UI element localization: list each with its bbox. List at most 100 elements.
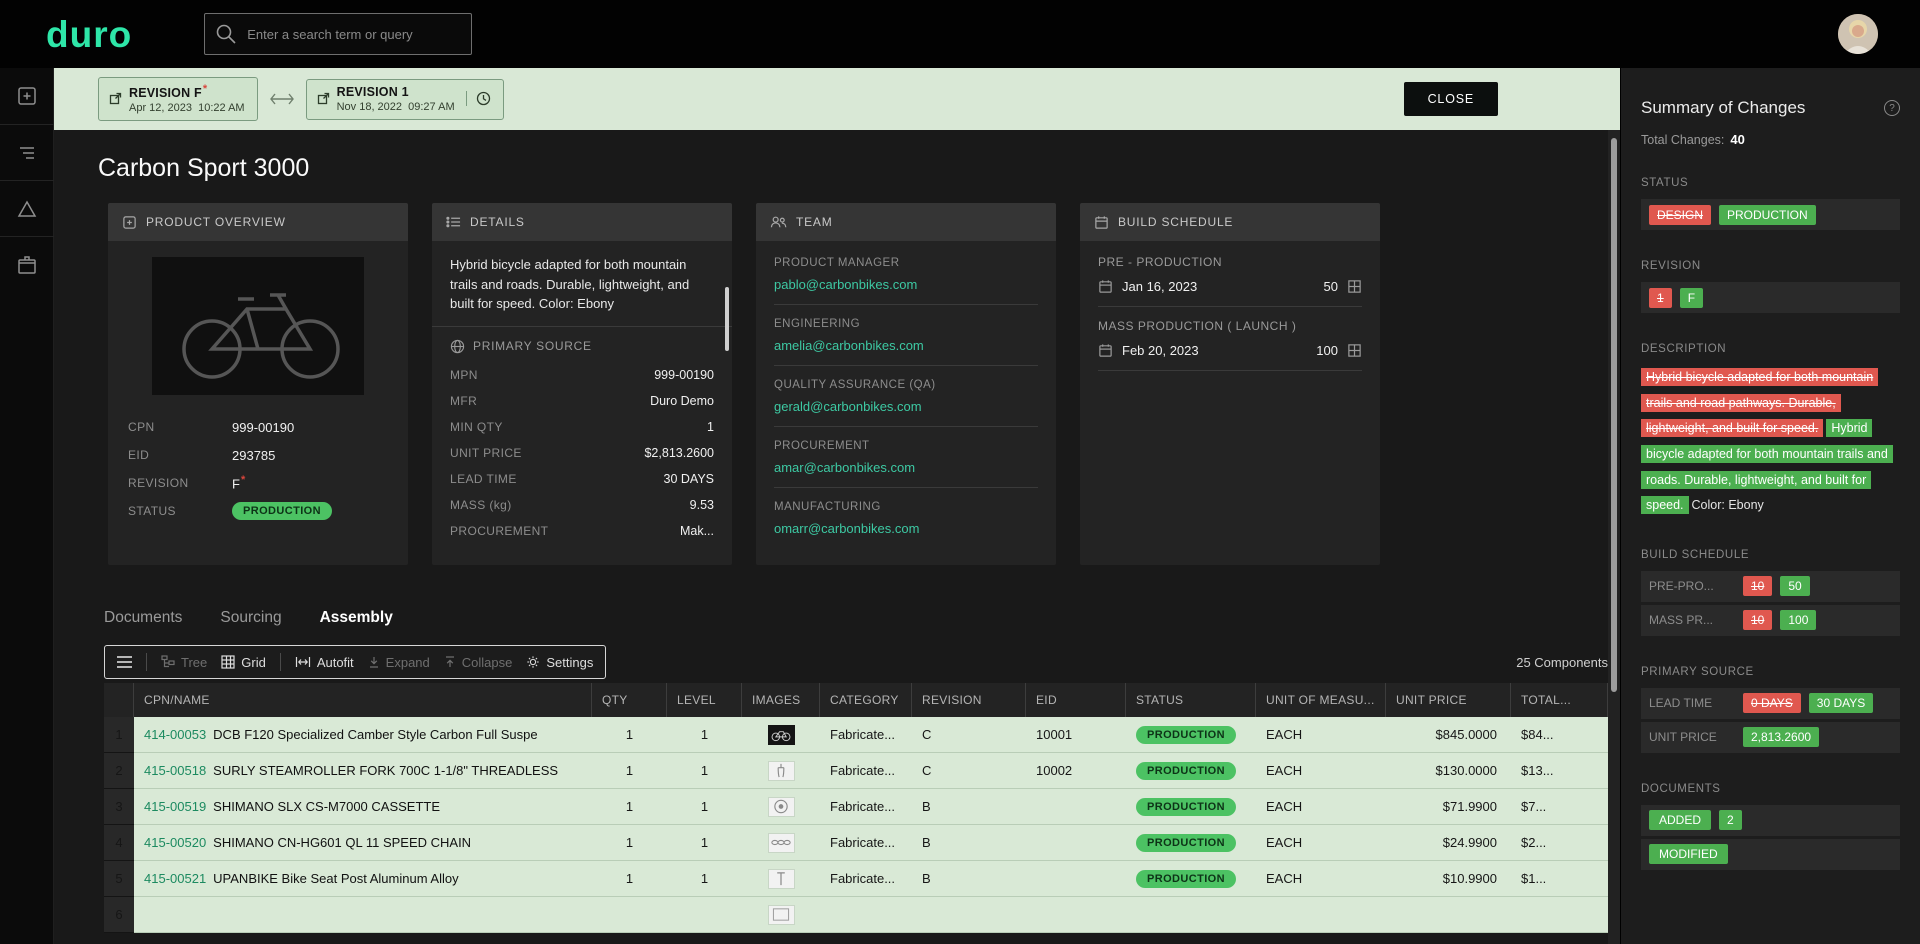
new-value-badge: 100 [1780, 610, 1816, 630]
source-value: Mak... [680, 524, 714, 538]
collapse-button[interactable]: Collapse [444, 655, 513, 670]
schedule-table-icon[interactable] [1347, 343, 1362, 358]
change-row-label: MASS PR... [1649, 613, 1735, 627]
source-value: 30 DAYS [664, 472, 715, 486]
document-change-type: ADDED [1649, 810, 1711, 830]
component-thumbnail [768, 797, 795, 817]
team-row: MANUFACTURING omarr@carbonbikes.com [774, 497, 1038, 548]
tree-view-button[interactable]: Tree [161, 655, 207, 670]
column-header[interactable]: LEVEL [667, 683, 742, 717]
nav-change-orders-icon[interactable] [0, 180, 54, 236]
table-row[interactable]: 6 [104, 897, 1608, 933]
source-label: MASS (kg) [450, 498, 512, 512]
settings-button[interactable]: Settings [526, 655, 593, 670]
column-header[interactable]: UNIT PRICE [1386, 683, 1511, 717]
email-link[interactable]: amelia@carbonbikes.com [774, 338, 924, 353]
box-plus-icon [122, 215, 137, 230]
column-header[interactable]: EID [1026, 683, 1126, 717]
nav-list-icon[interactable] [0, 124, 54, 180]
table-row[interactable]: 5 415-00521 UPANBIKE Bike Seat Post Alum… [104, 861, 1608, 897]
expand-button[interactable]: Expand [368, 655, 430, 670]
column-header[interactable]: TOTAL... [1511, 683, 1608, 717]
schedule-table-icon[interactable] [1347, 279, 1362, 294]
close-button[interactable]: CLOSE [1404, 82, 1498, 116]
main-scrollbar-track[interactable] [1608, 130, 1620, 944]
image-cell [742, 861, 820, 897]
tab-documents[interactable]: Documents [104, 609, 182, 627]
column-header[interactable]: QTY [592, 683, 667, 717]
email-link[interactable]: amar@carbonbikes.com [774, 460, 915, 475]
revision-cell: C [912, 717, 1026, 753]
new-revision-badge: F [1680, 288, 1703, 308]
column-header[interactable]: STATUS [1126, 683, 1256, 717]
tab-sourcing[interactable]: Sourcing [220, 609, 281, 627]
email-link[interactable]: omarr@carbonbikes.com [774, 521, 919, 536]
page-title: Carbon Sport 3000 [98, 154, 1620, 183]
user-avatar[interactable] [1838, 14, 1878, 54]
nav-components-icon[interactable] [0, 68, 54, 124]
email-link[interactable]: gerald@carbonbikes.com [774, 399, 922, 414]
total-cell [1511, 897, 1608, 933]
grid-view-button[interactable]: Grid [221, 655, 266, 670]
source-label: MPN [450, 368, 478, 382]
search-box[interactable] [204, 13, 472, 55]
change-row-label: UNIT PRICE [1649, 730, 1735, 744]
cpn-link[interactable]: 415-00519 [144, 799, 206, 814]
source-row: MPN 999-00190 [432, 362, 732, 388]
document-change-type: MODIFIED [1649, 844, 1728, 864]
unit-price-cell: $24.9900 [1386, 825, 1511, 861]
cpn-link[interactable]: 415-00520 [144, 835, 206, 850]
uom-cell [1256, 897, 1386, 933]
column-header[interactable]: IMAGES [742, 683, 820, 717]
cpn-link[interactable]: 414-00053 [144, 727, 206, 742]
team-row: PRODUCT MANAGER pablo@carbonbikes.com [774, 253, 1038, 305]
list-details-icon [446, 215, 461, 229]
qty-cell [592, 897, 667, 933]
revision-value: F* [232, 474, 245, 491]
table-row[interactable]: 2 415-00518 SURLY STEAMROLLER FORK 700C … [104, 753, 1608, 789]
table-header: CPN/NAME QTY LEVEL IMAGES CATEGORY REVIS… [104, 683, 1608, 717]
column-header[interactable]: UNIT OF MEASU... [1256, 683, 1386, 717]
nav-release-icon[interactable] [0, 236, 54, 292]
field-label: REVISION [128, 476, 232, 490]
revision-cell: B [912, 789, 1026, 825]
revision-chip-compare[interactable]: REVISION 1 Nov 18, 2022 09:27 AM [306, 79, 504, 120]
section-label-description: DESCRIPTION [1641, 343, 1900, 355]
level-cell: 1 [667, 753, 742, 789]
tab-assembly[interactable]: Assembly [320, 609, 393, 627]
autofit-button[interactable]: Autofit [295, 655, 354, 670]
menu-icon[interactable] [117, 656, 132, 668]
old-status-badge: DESIGN [1649, 205, 1711, 225]
help-icon[interactable]: ? [1884, 100, 1900, 116]
revision-change-strip: 1 F [1641, 282, 1900, 313]
assembly-table: CPN/NAME QTY LEVEL IMAGES CATEGORY REVIS… [104, 683, 1608, 933]
uom-cell: EACH [1256, 753, 1386, 789]
total-cell: $84... [1511, 717, 1608, 753]
main-scrollbar-thumb[interactable] [1611, 138, 1617, 692]
uom-cell: EACH [1256, 717, 1386, 753]
column-header[interactable]: CATEGORY [820, 683, 912, 717]
duro-logo[interactable]: duro [46, 16, 132, 53]
column-header[interactable]: CPN/NAME [134, 683, 592, 717]
revision-chip-current[interactable]: REVISION F* Apr 12, 2023 10:22 AM [98, 77, 258, 121]
primary-source-label: PRIMARY SOURCE [473, 339, 592, 353]
details-scrollbar[interactable] [725, 287, 729, 351]
cpn-value: 999-00190 [232, 420, 294, 435]
document-change-row: ADDED 2 [1641, 805, 1900, 836]
cpn-link[interactable]: 415-00521 [144, 871, 206, 886]
column-header[interactable]: REVISION [912, 683, 1026, 717]
email-link[interactable]: pablo@carbonbikes.com [774, 277, 917, 292]
table-row[interactable]: 4 415-00520 SHIMANO CN-HG601 QL 11 SPEED… [104, 825, 1608, 861]
table-row[interactable]: 1 414-00053 DCB F120 Specialized Camber … [104, 717, 1608, 753]
status-cell: PRODUCTION [1126, 753, 1256, 789]
revision-cell: B [912, 861, 1026, 897]
history-clock-icon[interactable] [466, 91, 491, 106]
image-cell [742, 825, 820, 861]
revision-flag-icon: * [241, 474, 245, 486]
uom-cell: EACH [1256, 825, 1386, 861]
table-row[interactable]: 3 415-00519 SHIMANO SLX CS-M7000 CASSETT… [104, 789, 1608, 825]
search-input[interactable] [247, 27, 461, 42]
cpn-link[interactable]: 415-00518 [144, 763, 206, 778]
category-cell: Fabricate... [820, 825, 912, 861]
primary-source-header: PRIMARY SOURCE [432, 327, 732, 362]
